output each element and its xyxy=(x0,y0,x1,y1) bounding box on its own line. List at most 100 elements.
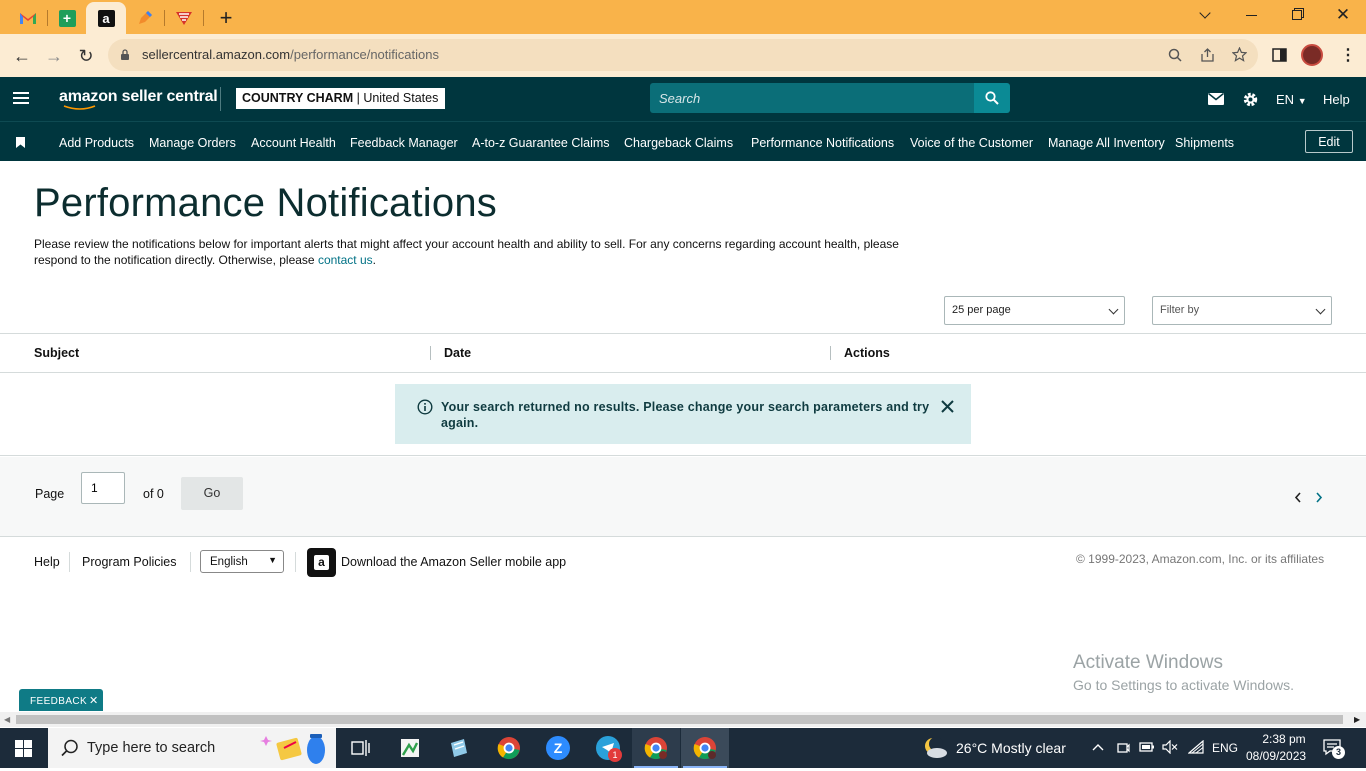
scrollbar-thumb[interactable] xyxy=(16,715,1343,724)
input-language[interactable]: ENG xyxy=(1212,741,1238,755)
chevron-up-icon[interactable] xyxy=(1092,743,1104,751)
footer-language-select[interactable]: English ▼ xyxy=(200,550,284,573)
page-label: Page xyxy=(35,487,65,501)
back-button[interactable]: ← xyxy=(8,42,36,70)
chrome-app-icon[interactable] xyxy=(495,734,523,762)
horizontal-scrollbar[interactable]: ◀ ▶ xyxy=(0,712,1366,727)
nav-voice-of-customer[interactable]: Voice of the Customer xyxy=(910,136,1033,150)
filter-select[interactable]: Filter by xyxy=(1152,296,1332,325)
edit-nav-button[interactable]: Edit xyxy=(1305,130,1353,153)
help-link[interactable]: Help xyxy=(1323,92,1350,107)
reload-icon: ↻ xyxy=(78,45,94,66)
hamburger-menu-button[interactable] xyxy=(13,92,29,104)
tab-search-button[interactable] xyxy=(1182,4,1228,26)
per-page-select[interactable]: 25 per page xyxy=(944,296,1125,325)
clock-time[interactable]: 2:38 pm xyxy=(1256,732,1312,746)
reload-button[interactable]: ↻ xyxy=(72,42,100,70)
close-window-button[interactable]: ✕ xyxy=(1320,4,1366,26)
mail-icon[interactable] xyxy=(1208,93,1224,105)
copyright-text: © 1999-2023, Amazon.com, Inc. or its aff… xyxy=(1076,552,1325,566)
tab-separator xyxy=(47,10,48,26)
taskbar-search-box[interactable]: Type here to search xyxy=(48,728,336,768)
task-view-icon[interactable] xyxy=(351,739,370,757)
notification-count-badge: 3 xyxy=(1332,746,1345,759)
windows-start-icon[interactable] xyxy=(15,740,32,757)
notification-badge: 1 xyxy=(608,748,622,762)
notepad-app-icon[interactable] xyxy=(445,734,473,762)
amazon-seller-app-icon[interactable]: a xyxy=(307,548,336,577)
new-tab-button[interactable]: + xyxy=(208,4,244,32)
chrome-profile-1-icon xyxy=(642,734,670,762)
restore-icon xyxy=(1292,10,1302,20)
caret-down-icon: ▼ xyxy=(1297,96,1307,106)
nav-feedback-manager[interactable]: Feedback Manager xyxy=(350,136,458,150)
column-date[interactable]: Date xyxy=(444,346,471,360)
speaker-muted-icon[interactable] xyxy=(1162,740,1178,754)
side-panel-icon[interactable] xyxy=(1272,48,1287,62)
search-button[interactable] xyxy=(974,83,1010,113)
search-field[interactable] xyxy=(650,83,975,113)
nav-manage-all-inventory[interactable]: Manage All Inventory xyxy=(1048,136,1165,150)
gmail-tab[interactable] xyxy=(10,4,46,32)
restore-button[interactable] xyxy=(1274,4,1320,26)
close-icon[interactable] xyxy=(941,400,954,413)
pen-tab[interactable] xyxy=(127,4,163,32)
nav-shipments[interactable]: Shipments xyxy=(1175,136,1234,150)
info-icon xyxy=(417,399,433,415)
sheets-tab[interactable]: + xyxy=(49,4,85,32)
nav-add-products[interactable]: Add Products xyxy=(59,136,134,150)
download-app-link[interactable]: Download the Amazon Seller mobile app xyxy=(341,555,566,569)
meet-now-icon[interactable] xyxy=(1116,740,1130,756)
column-actions: Actions xyxy=(844,346,890,360)
scroll-right-icon[interactable]: ▶ xyxy=(1354,715,1360,724)
nav-account-health[interactable]: Account Health xyxy=(251,136,336,150)
forward-button[interactable]: → xyxy=(40,42,68,70)
wifi-icon[interactable] xyxy=(1188,740,1204,754)
program-policies-link[interactable]: Program Policies xyxy=(82,555,176,569)
todoist-tab[interactable] xyxy=(166,4,202,32)
chevron-right-icon[interactable] xyxy=(1315,492,1323,503)
share-icon[interactable] xyxy=(1200,48,1215,62)
scroll-left-icon[interactable]: ◀ xyxy=(4,715,10,724)
contact-us-link[interactable]: contact us xyxy=(318,253,373,267)
account-switcher[interactable]: COUNTRY CHARM | United States xyxy=(236,88,446,109)
weather-moon-cloud-icon[interactable] xyxy=(922,736,948,760)
alert-message: Your search returned no results. Please … xyxy=(441,400,930,430)
nav-manage-orders[interactable]: Manage Orders xyxy=(149,136,236,150)
browser-menu-button[interactable]: ⋮ xyxy=(1340,45,1356,65)
zoom-icon[interactable] xyxy=(1168,48,1182,62)
language-switcher[interactable]: EN ▼ xyxy=(1276,92,1307,107)
search-input[interactable] xyxy=(650,83,975,113)
chevron-down-icon xyxy=(1315,304,1326,315)
star-icon[interactable] xyxy=(1232,47,1247,62)
address-bar[interactable]: sellercentral.amazon.com/performance/not… xyxy=(108,39,1258,71)
feedback-tab[interactable]: FEEDBACK ✕ xyxy=(19,689,103,711)
footer-help-link[interactable]: Help xyxy=(34,555,60,569)
nav-performance-notifications[interactable]: Performance Notifications xyxy=(751,136,894,150)
profile-avatar[interactable] xyxy=(1301,44,1323,66)
pen-icon xyxy=(139,11,152,24)
bookmark-icon[interactable] xyxy=(16,137,25,148)
go-button[interactable]: Go xyxy=(181,477,243,510)
zoom-app-icon[interactable]: Z xyxy=(544,734,572,762)
nav-chargeback-claims[interactable]: Chargeback Claims xyxy=(624,136,733,150)
caret-down-icon: ▼ xyxy=(268,555,277,565)
notification-center-button[interactable]: 3 xyxy=(1322,738,1345,759)
nav-a-to-z-claims[interactable]: A-to-z Guarantee Claims xyxy=(472,136,610,150)
seller-central-logo[interactable]: amazon seller central xyxy=(59,88,218,110)
page-number-input[interactable]: 1 xyxy=(81,472,125,504)
weather-text[interactable]: 26°C Mostly clear xyxy=(956,740,1066,756)
telegram-app-icon[interactable]: 1 xyxy=(594,734,622,762)
minimize-button[interactable] xyxy=(1228,4,1274,26)
clock-date[interactable]: 08/09/2023 xyxy=(1246,749,1306,763)
chrome-profile-2-icon xyxy=(691,734,719,762)
close-icon[interactable]: ✕ xyxy=(89,694,99,707)
gear-icon[interactable] xyxy=(1242,91,1259,108)
amazon-tab[interactable]: a xyxy=(86,2,126,34)
arrow-left-icon: ← xyxy=(13,45,31,66)
column-subject[interactable]: Subject xyxy=(34,346,79,360)
spreadsheet-app-icon[interactable] xyxy=(396,734,424,762)
browser-toolbar: ← → ↻ sellercentral.amazon.com/performan… xyxy=(0,34,1366,77)
chevron-left-icon[interactable] xyxy=(1294,492,1302,503)
battery-icon[interactable] xyxy=(1139,741,1155,753)
